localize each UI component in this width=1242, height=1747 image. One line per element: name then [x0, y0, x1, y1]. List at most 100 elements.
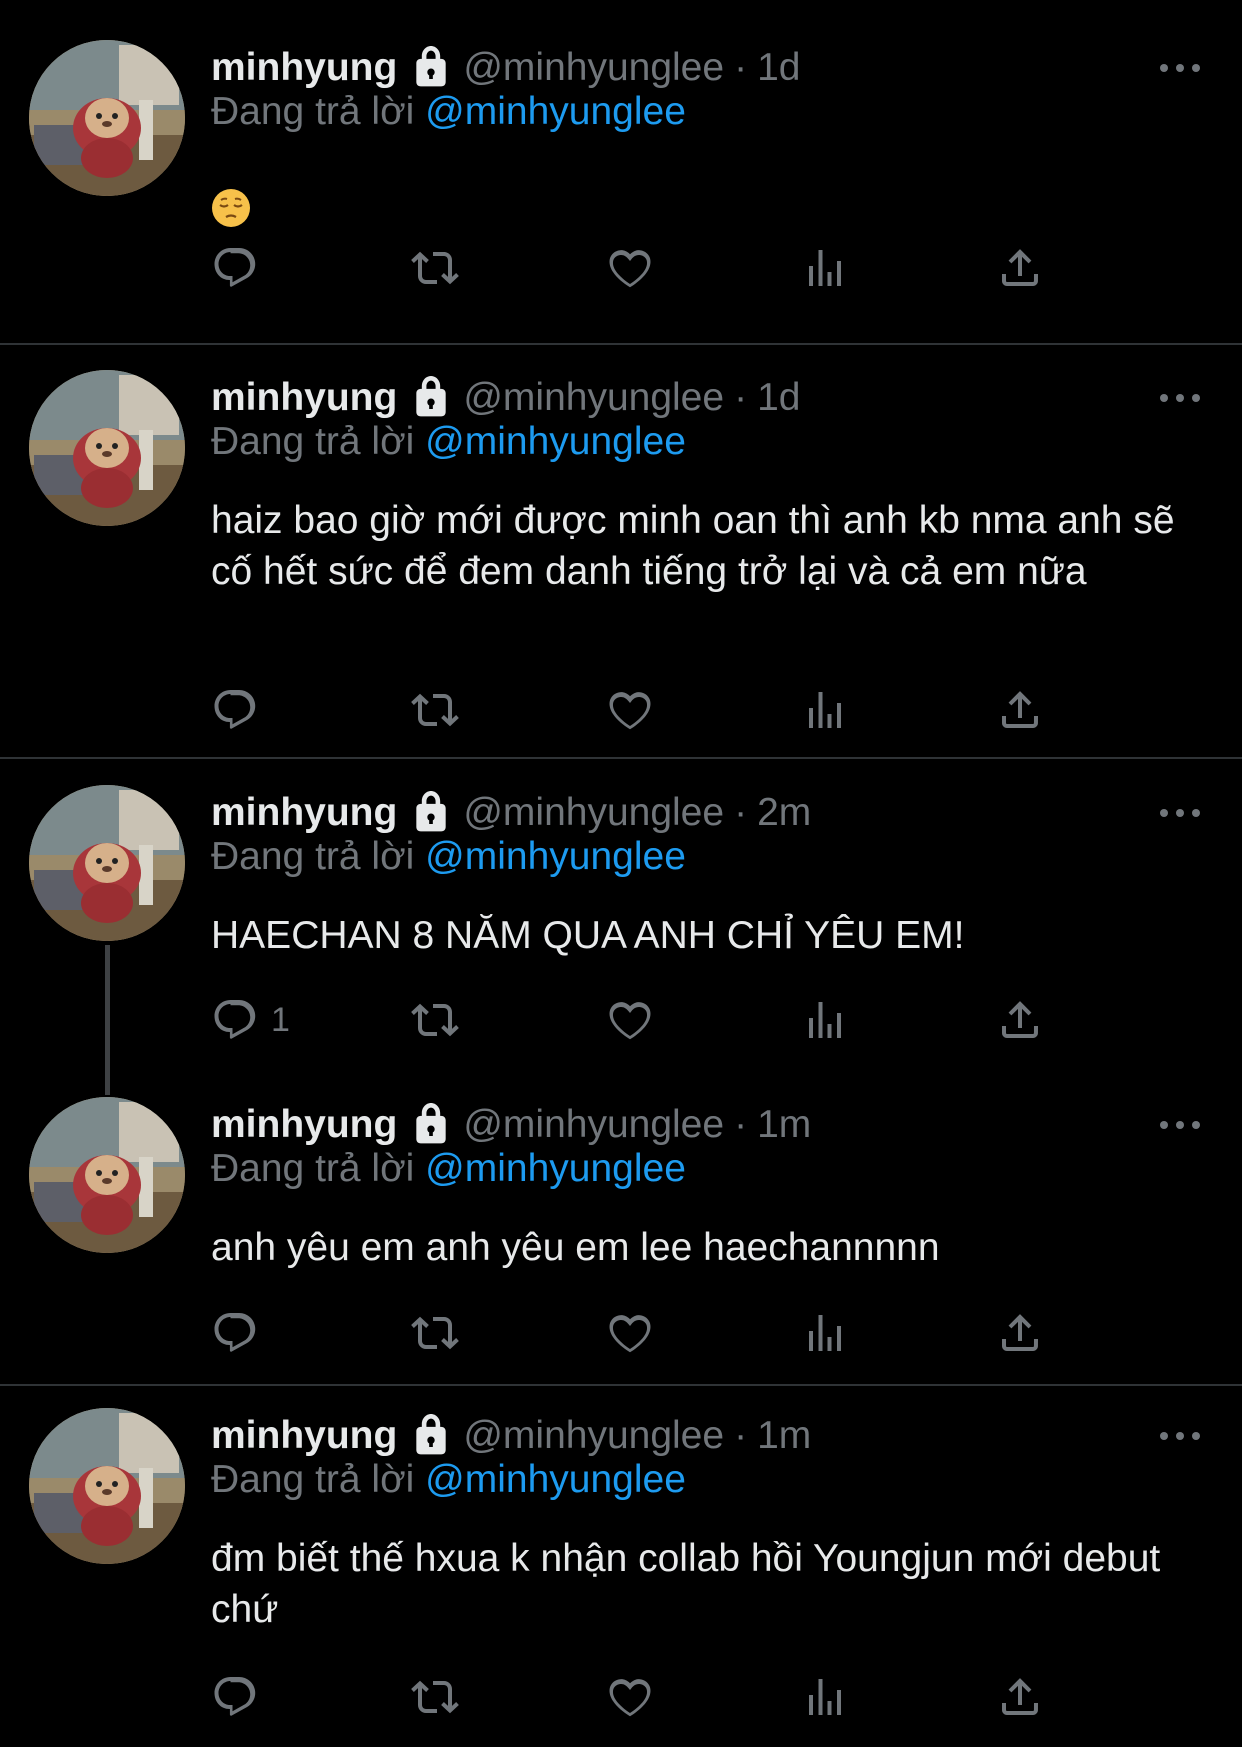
avatar[interactable]	[29, 40, 185, 196]
views-button[interactable]	[801, 682, 849, 738]
reply-icon	[214, 1313, 256, 1352]
like-button[interactable]	[606, 1305, 654, 1361]
reply-button[interactable]	[211, 240, 271, 296]
tweet-actions	[211, 1669, 1242, 1725]
more-icon[interactable]	[1160, 54, 1200, 82]
views-button[interactable]	[801, 1669, 849, 1725]
tweet-text: anh yêu em anh yêu em lee haechannnnn	[211, 1226, 940, 1269]
display-name[interactable]: minhyung	[211, 46, 397, 90]
mention-link[interactable]: @minhyunglee	[425, 90, 686, 133]
tweet-actions	[211, 240, 1242, 296]
like-button[interactable]	[606, 240, 654, 296]
more-icon[interactable]	[1160, 384, 1200, 412]
replying-prefix: Đang trả lời	[211, 835, 415, 878]
reply-icon	[214, 1677, 256, 1716]
mention-link[interactable]: @minhyunglee	[425, 835, 686, 878]
replying-to: Đang trả lời @minhyunglee	[211, 835, 686, 879]
views-button[interactable]	[801, 992, 849, 1048]
tweet-header: minhyung @minhyunglee · 2m	[211, 785, 1242, 841]
retweet-button[interactable]	[411, 240, 459, 296]
tweet-text	[211, 188, 1202, 241]
avatar-image	[29, 40, 185, 196]
mention-link[interactable]: @minhyunglee	[425, 1458, 686, 1501]
retweet-button[interactable]	[411, 1669, 459, 1725]
share-button[interactable]	[996, 1305, 1044, 1361]
reply-count: 1	[271, 1000, 290, 1039]
user-handle[interactable]: @minhyunglee	[463, 376, 724, 420]
tweet-text: haiz bao giờ mới được minh oan thì anh k…	[211, 499, 1175, 593]
separator-dot: ·	[734, 46, 748, 89]
display-name[interactable]: minhyung	[211, 1103, 397, 1147]
timestamp[interactable]: 1m	[757, 1414, 811, 1458]
timestamp[interactable]: 2m	[757, 791, 811, 835]
more-icon[interactable]	[1160, 1422, 1200, 1450]
user-handle[interactable]: @minhyunglee	[463, 791, 724, 835]
avatar[interactable]	[29, 1408, 185, 1564]
avatar[interactable]	[29, 785, 185, 941]
pensive-face-emoji	[212, 189, 250, 227]
avatar[interactable]	[29, 1097, 185, 1253]
replying-to: Đang trả lời @minhyunglee	[211, 1458, 686, 1502]
avatar-image	[29, 785, 185, 941]
like-button[interactable]	[606, 1669, 654, 1725]
tweet-divider	[0, 343, 1242, 345]
avatar-image	[29, 1097, 185, 1253]
separator-dot: ·	[734, 1414, 748, 1457]
like-button[interactable]	[606, 682, 654, 738]
replying-prefix: Đang trả lời	[211, 1147, 415, 1190]
share-button[interactable]	[996, 240, 1044, 296]
share-icon	[1002, 691, 1038, 728]
retweet-icon	[411, 1316, 459, 1350]
analytics-icon	[809, 1679, 841, 1715]
share-button[interactable]	[996, 682, 1044, 738]
reply-button[interactable]	[211, 1669, 271, 1725]
avatar[interactable]	[29, 370, 185, 526]
retweet-button[interactable]	[411, 1305, 459, 1361]
timestamp[interactable]: 1m	[757, 1103, 811, 1147]
views-button[interactable]	[801, 240, 849, 296]
share-button[interactable]	[996, 992, 1044, 1048]
mention-link[interactable]: @minhyunglee	[425, 420, 686, 463]
analytics-icon	[809, 1002, 841, 1038]
replying-prefix: Đang trả lời	[211, 420, 415, 463]
mention-link[interactable]: @minhyunglee	[425, 1147, 686, 1190]
reply-icon	[214, 690, 256, 729]
replying-prefix: Đang trả lời	[211, 90, 415, 133]
tweet-divider	[0, 1384, 1242, 1386]
more-icon[interactable]	[1160, 1111, 1200, 1139]
lock-icon	[416, 791, 446, 832]
replying-prefix: Đang trả lời	[211, 1458, 415, 1501]
retweet-button[interactable]	[411, 992, 459, 1048]
user-handle[interactable]: @minhyunglee	[463, 46, 724, 90]
retweet-icon	[411, 251, 459, 285]
display-name[interactable]: minhyung	[211, 1414, 397, 1458]
display-name[interactable]: minhyung	[211, 376, 397, 420]
tweet-text: HAECHAN 8 NĂM QUA ANH CHỈ YÊU EM!	[211, 914, 965, 957]
heart-icon	[609, 1002, 651, 1040]
thread-connector	[105, 945, 110, 1095]
share-button[interactable]	[996, 1669, 1044, 1725]
timestamp[interactable]: 1d	[757, 46, 800, 90]
more-icon[interactable]	[1160, 799, 1200, 827]
tweet-actions: 1	[211, 992, 1242, 1048]
display-name[interactable]: minhyung	[211, 791, 397, 835]
tweet-actions	[211, 1305, 1242, 1361]
tweet-text: đm biết thế hxua k nhận collab hồi Young…	[211, 1537, 1161, 1631]
share-icon	[1002, 1314, 1038, 1351]
lock-icon	[416, 1414, 446, 1455]
like-button[interactable]	[606, 992, 654, 1048]
reply-button[interactable]	[211, 682, 271, 738]
replying-to: Đang trả lời @minhyunglee	[211, 90, 686, 134]
reply-icon	[214, 248, 256, 287]
user-handle[interactable]: @minhyunglee	[463, 1103, 724, 1147]
share-icon	[1002, 1678, 1038, 1715]
reply-button[interactable]: 1	[211, 992, 290, 1048]
views-button[interactable]	[801, 1305, 849, 1361]
timestamp[interactable]: 1d	[757, 376, 800, 420]
heart-icon	[609, 1679, 651, 1717]
share-icon	[1002, 249, 1038, 286]
retweet-button[interactable]	[411, 682, 459, 738]
tweet-header: minhyung @minhyunglee · 1m	[211, 1097, 1242, 1153]
user-handle[interactable]: @minhyunglee	[463, 1414, 724, 1458]
reply-button[interactable]	[211, 1305, 271, 1361]
